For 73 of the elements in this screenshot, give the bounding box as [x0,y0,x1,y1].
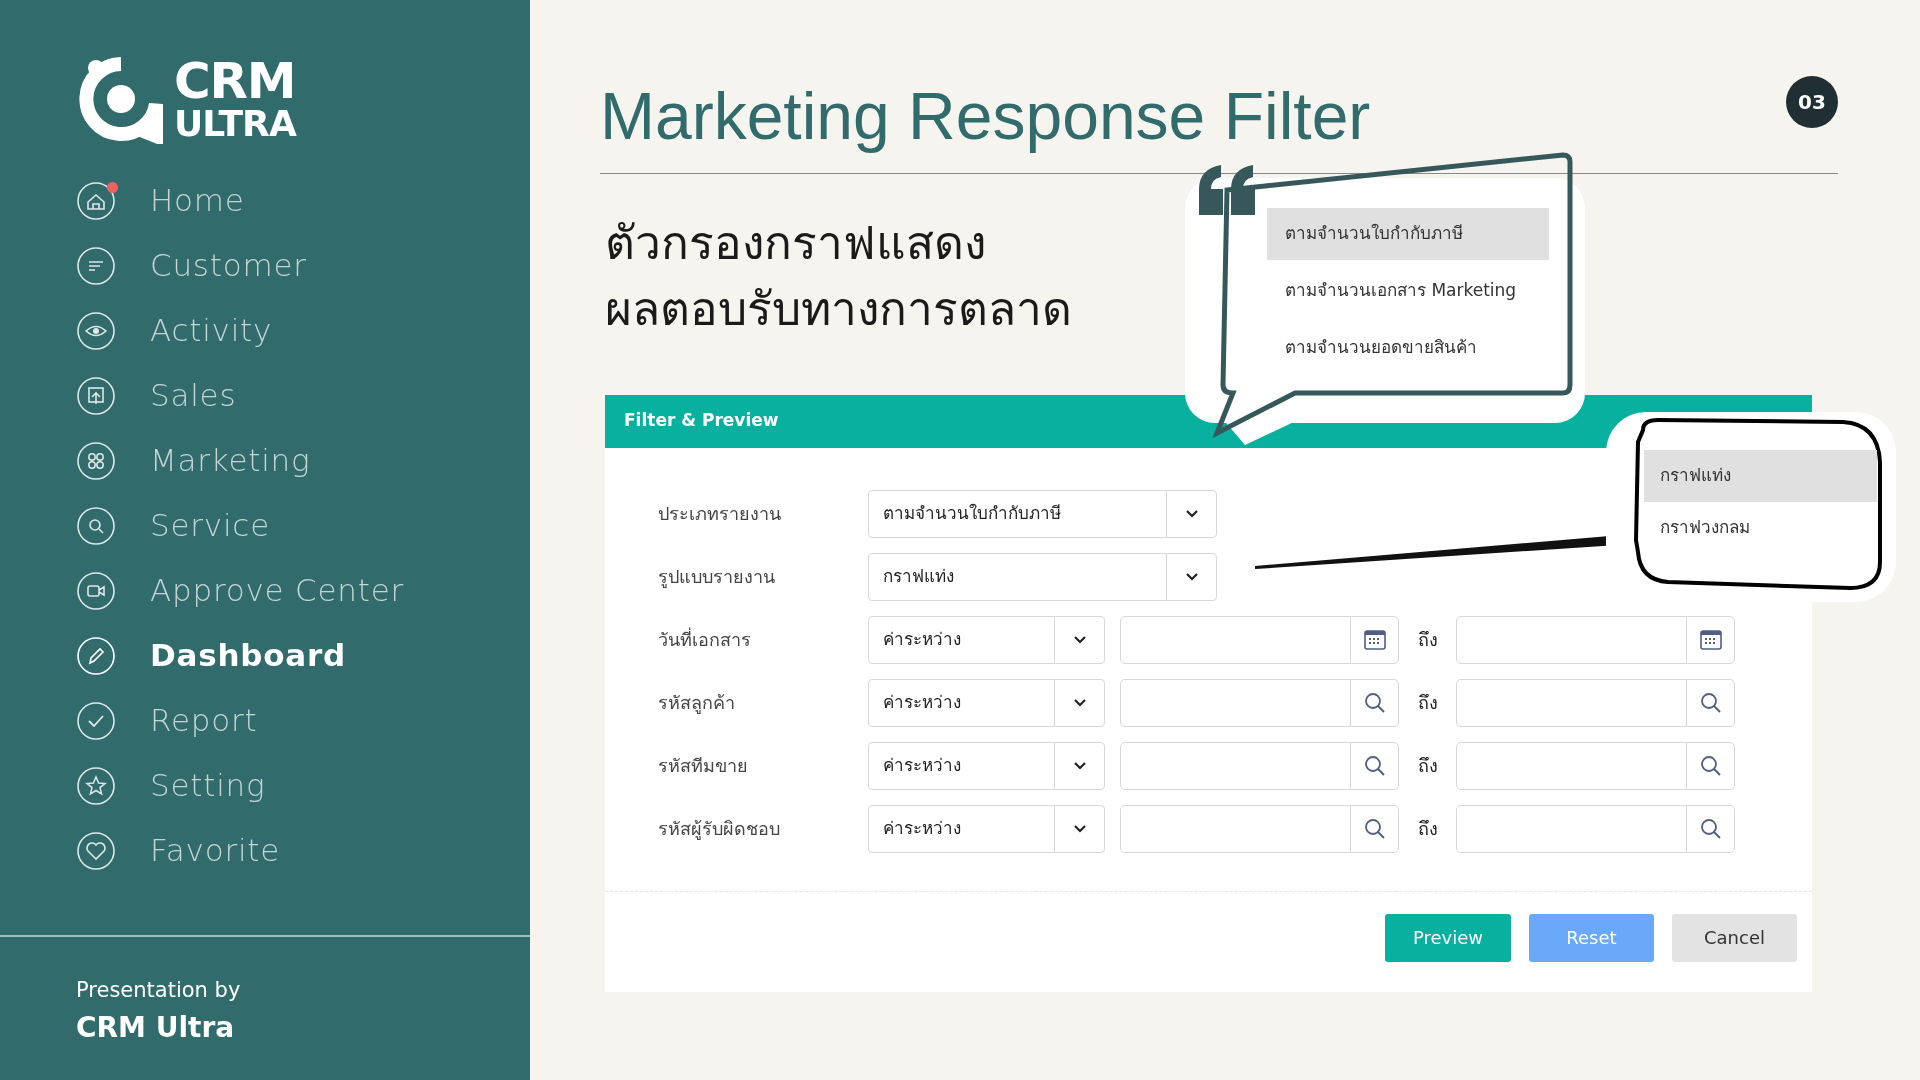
input-field[interactable] [1456,678,1735,727]
field-label: รูปแบบรายงาน [658,565,776,590]
calendar-icon [1699,628,1722,651]
calendar-icon [1363,628,1386,651]
sidebar-item[interactable]: Favorite [76,818,530,883]
search-icon [1363,691,1386,714]
panel-title: Filter & Preview [624,409,779,433]
sidebar-item[interactable]: Report [76,688,530,753]
eye-icon [76,310,116,351]
home-icon [76,180,116,221]
sidebar-item[interactable]: Service [76,493,530,558]
sidebar-item[interactable]: Dashboard [76,623,530,688]
sidebar-item[interactable]: Setting [76,753,530,818]
chevron-down-icon [1184,509,1199,519]
range-separator: ถึง [1416,817,1439,842]
chevron-down-icon [1072,824,1087,834]
chevron-down-icon [1072,698,1087,708]
footer-caption: Presentation by [76,977,242,1004]
sidebar-item[interactable]: Activity [76,298,530,363]
dropdown-option[interactable]: ตามจำนวนยอดขายสินค้า [1267,322,1549,374]
cancel-button[interactable]: Cancel [1672,913,1797,962]
logo-text: ULTRA [174,105,296,142]
field-label: วันที่เอกสาร [658,626,752,653]
dropdown-option[interactable]: กราฟแท่ง [1644,450,1877,502]
check-icon [76,700,116,741]
range-separator: ถึง [1416,691,1439,716]
dropdown[interactable]: ค่าระหว่าง [868,741,1105,790]
page-title: Marketing Response Filter [600,80,1371,153]
search-icon [76,505,116,546]
range-separator: ถึง [1416,628,1439,653]
search-icon [1699,817,1722,840]
field-label: ประเภทรายงาน [658,502,782,527]
upload-icon [76,375,116,416]
chevron-down-icon [1072,635,1087,645]
footer-name: CRM Ultra [76,1009,236,1046]
input-field[interactable] [1120,804,1399,853]
grid-icon [76,440,116,481]
input-field[interactable] [1120,741,1399,790]
sidebar-item[interactable]: Customer [76,233,530,298]
chevron-down-icon [1184,572,1199,582]
field-label: รหัสผู้รับผิดชอบ [658,817,781,842]
video-camera-icon [76,570,116,611]
field-label: รหัสลูกค้า [658,691,736,716]
input-field[interactable] [1456,741,1735,790]
search-icon [1363,817,1386,840]
dropdown-option[interactable]: ตามจำนวนเอกสาร Marketing [1267,265,1549,317]
dropdown-option[interactable]: ตามจำนวนใบกำกับภาษี [1267,208,1549,260]
sidebar-item[interactable]: Sales [76,363,530,428]
field-label: รหัสทีมขาย [658,754,749,779]
dropdown[interactable]: ค่าระหว่าง [868,678,1105,727]
dropdown-option[interactable]: กราฟวงกลม [1644,502,1877,554]
logo-text: CRM [174,55,296,106]
search-icon [1699,691,1722,714]
chevron-down-icon [1072,761,1087,771]
search-icon [1363,754,1386,777]
dropdown[interactable]: กราฟแท่ง [868,552,1217,601]
input-field[interactable] [1456,804,1735,853]
input-field[interactable] [1120,615,1399,664]
sidebar-item[interactable]: Marketing [76,428,530,493]
page-number: 03 [1786,76,1838,128]
input-field[interactable] [1456,615,1735,664]
range-separator: ถึง [1416,754,1439,779]
dropdown[interactable]: ค่าระหว่าง [868,804,1105,853]
dropdown[interactable]: ตามจำนวนใบกำกับภาษี [868,489,1217,538]
input-field[interactable] [1120,678,1399,727]
menu-lines-icon [76,245,116,286]
search-icon [1699,754,1722,777]
subtitle-line: ผลตอบรับทางการตลาด [605,280,1072,338]
sidebar-item[interactable]: Approve Center [76,558,530,623]
subtitle-line: ตัวกรองกราฟแสดง [605,214,986,272]
sidebar-item[interactable]: Home [76,168,530,233]
pencil-icon [76,635,116,676]
dropdown[interactable]: ค่าระหว่าง [868,615,1105,664]
